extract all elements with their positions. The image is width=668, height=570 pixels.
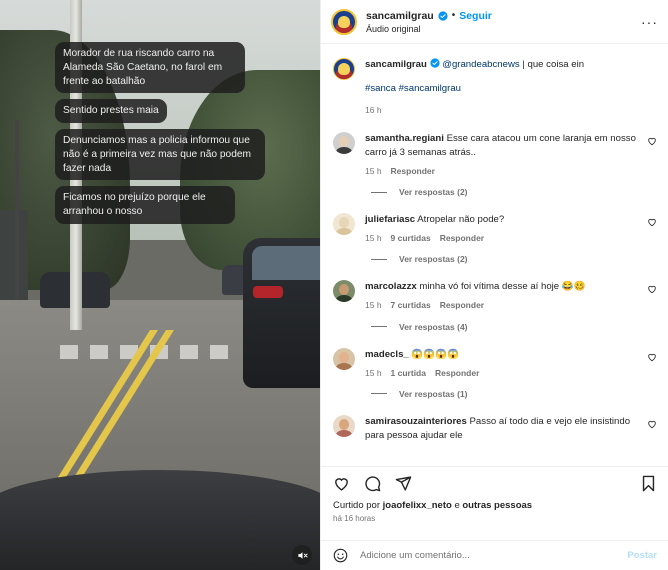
liked-by-text: Curtido por joaofelixx_neto e outras pes… xyxy=(333,500,533,511)
caption-username[interactable]: sancamilgrau xyxy=(365,59,427,70)
comment-item: marcolazzx minha vó foi vítima desse aí … xyxy=(333,280,657,311)
post-caption: sancamilgrau @grandeabcnews | que coisa … xyxy=(333,58,657,116)
comment-username[interactable]: samirasouzainteriores xyxy=(365,416,467,427)
mute-button[interactable] xyxy=(292,545,312,565)
commenter-avatar[interactable] xyxy=(333,280,355,303)
comment-time: 15 h xyxy=(365,233,382,244)
comment-text: minha vó foi vítima desse aí hoje 😂🥴 xyxy=(419,281,586,293)
more-options-icon[interactable]: ··· xyxy=(641,14,658,30)
separator-dot: • xyxy=(451,10,456,21)
comment-item: juliefariasc Atropelar não pode? 15 h 9 … xyxy=(333,213,657,244)
like-heart-icon[interactable] xyxy=(333,475,350,492)
video-message: Sentido prestes maia xyxy=(55,99,167,124)
share-paper-plane-icon[interactable] xyxy=(395,475,412,492)
liked-by-user[interactable]: joaofelixx_neto xyxy=(383,500,452,511)
verified-badge-icon xyxy=(438,10,448,21)
post-header: sancamilgrau • Seguir Áudio original ··· xyxy=(321,0,668,44)
follow-button[interactable]: Seguir xyxy=(459,10,492,22)
view-replies-button[interactable]: Ver respostas (2) xyxy=(371,254,657,264)
post-comment-button[interactable]: Postar xyxy=(627,550,657,561)
reply-button[interactable]: Responder xyxy=(435,367,479,379)
comment-item: samantha.regiani Esse cara atacou um con… xyxy=(333,132,657,177)
author-avatar[interactable] xyxy=(331,8,357,35)
comment-username[interactable]: samantha.regiani xyxy=(365,133,444,144)
comment-username[interactable]: juliefariasc xyxy=(365,214,415,225)
author-avatar[interactable] xyxy=(333,58,355,80)
video-message: Ficamos no prejuízo porque ele arranhou … xyxy=(55,186,235,224)
comment-time: 15 h xyxy=(365,300,382,311)
post-details-panel: sancamilgrau • Seguir Áudio original ···… xyxy=(320,0,668,570)
comment-composer: Adicione um comentário... Postar xyxy=(321,540,668,570)
comments-list[interactable]: sancamilgrau @grandeabcnews | que coisa … xyxy=(321,44,668,464)
commenter-avatar[interactable] xyxy=(333,213,355,236)
caption-hashtags[interactable]: #sanca #sancamilgrau xyxy=(365,82,657,96)
caption-time: 16 h xyxy=(365,104,382,115)
comment-text: 😱😱😱😱 xyxy=(411,348,460,360)
author-username[interactable]: sancamilgrau xyxy=(366,10,434,22)
comment-likes[interactable]: 9 curtidas xyxy=(391,232,431,244)
verified-badge-icon xyxy=(429,58,440,68)
reply-button[interactable]: Responder xyxy=(440,299,484,311)
view-replies-button[interactable]: Ver respostas (2) xyxy=(371,187,657,197)
comment-item: madecls_ 😱😱😱😱 15 h 1 curtida Responder xyxy=(333,347,657,379)
video-message: Denunciamos mas a policia informou que n… xyxy=(55,129,265,181)
video-message-overlay: Morador de rua riscando carro na Alameda… xyxy=(55,42,270,224)
like-comment-heart-icon[interactable] xyxy=(647,352,657,362)
caption-mention[interactable]: @grandeabcnews xyxy=(442,59,519,70)
video-player[interactable]: Morador de rua riscando carro na Alameda… xyxy=(0,0,320,570)
view-replies-button[interactable]: Ver respostas (1) xyxy=(371,389,657,399)
video-message: Morador de rua riscando carro na Alameda… xyxy=(55,42,245,94)
comment-text: Atropelar não pode? xyxy=(417,214,505,226)
comment-bubble-icon[interactable] xyxy=(364,475,381,492)
post-dialog: Morador de rua riscando carro na Alameda… xyxy=(0,0,668,570)
like-comment-heart-icon[interactable] xyxy=(647,284,657,294)
speaker-muted-icon xyxy=(297,551,308,559)
view-replies-button[interactable]: Ver respostas (4) xyxy=(371,322,657,332)
bookmark-icon[interactable] xyxy=(640,475,657,492)
comment-likes[interactable]: 7 curtidas xyxy=(391,299,431,311)
comment-time: 15 h xyxy=(365,165,382,176)
reply-button[interactable]: Responder xyxy=(440,232,484,244)
liked-by-others[interactable]: outras pessoas xyxy=(462,500,532,511)
commenter-avatar[interactable] xyxy=(333,132,355,155)
commenter-avatar[interactable] xyxy=(333,414,355,437)
comment-item: samirasouzainteriores Passo aí todo dia … xyxy=(333,414,657,443)
like-comment-heart-icon[interactable] xyxy=(647,419,657,429)
emoji-icon[interactable] xyxy=(333,548,348,563)
post-actions: Curtido por joaofelixx_neto e outras pes… xyxy=(321,466,668,570)
audio-link[interactable]: Áudio original xyxy=(366,24,492,34)
commenter-avatar[interactable] xyxy=(333,347,355,370)
comment-likes[interactable]: 1 curtida xyxy=(391,367,426,379)
post-time-ago: há 16 horas xyxy=(333,514,376,523)
comment-input[interactable]: Adicione um comentário... xyxy=(360,550,627,561)
comment-time: 15 h xyxy=(365,367,382,378)
like-comment-heart-icon[interactable] xyxy=(647,136,657,146)
like-comment-heart-icon[interactable] xyxy=(647,217,657,227)
reply-button[interactable]: Responder xyxy=(391,165,435,177)
comment-username[interactable]: marcolazzx xyxy=(365,281,417,292)
comment-username[interactable]: madecls_ xyxy=(365,349,409,360)
caption-text: | que coisa ein xyxy=(519,59,585,70)
